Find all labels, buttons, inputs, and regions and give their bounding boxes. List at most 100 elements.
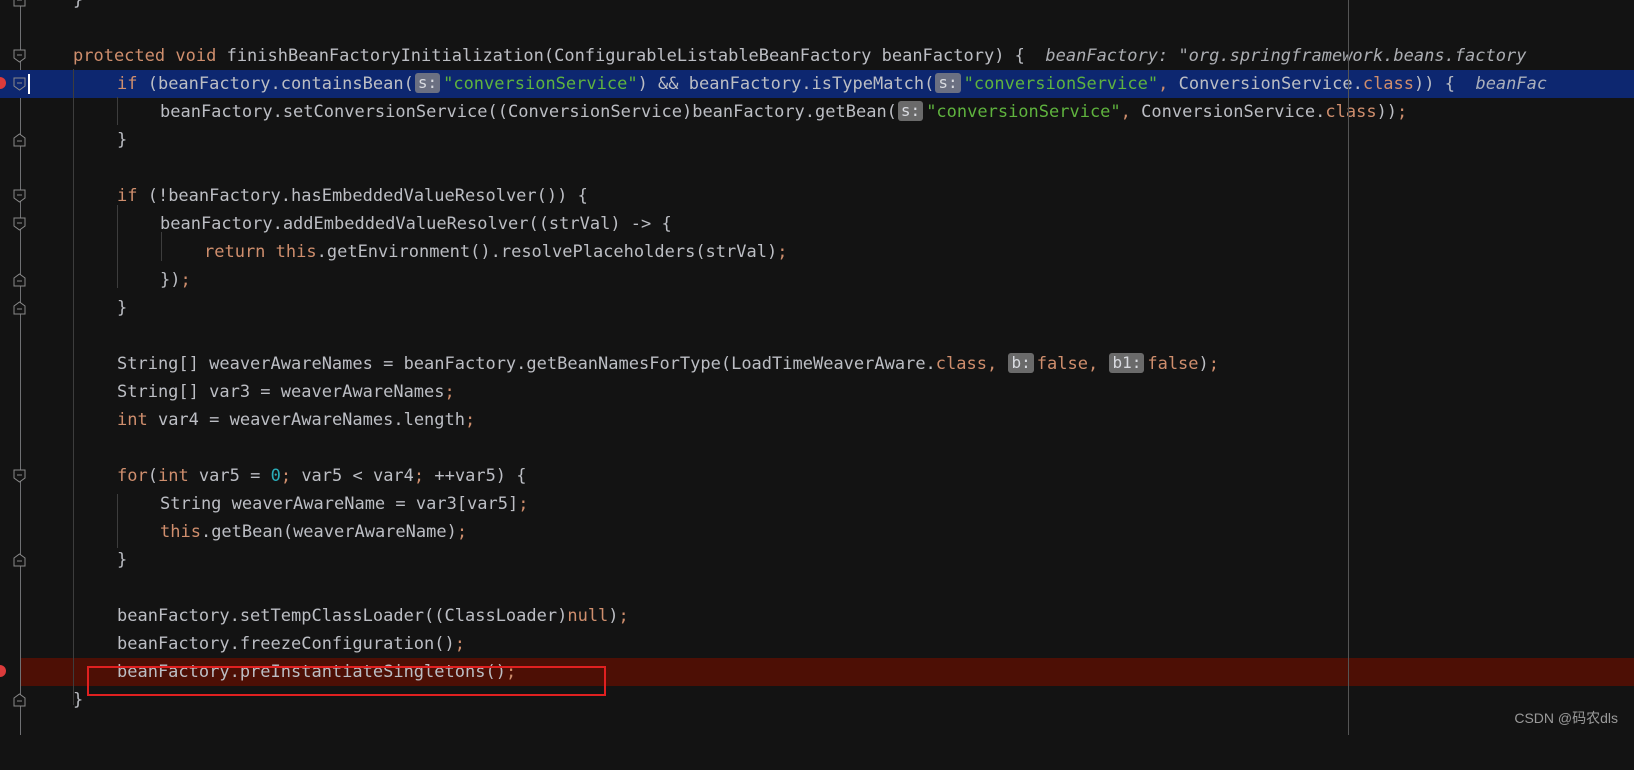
code-line[interactable]: } — [0, 0, 1634, 14]
code-line[interactable]: if (!beanFactory.hasEmbeddedValueResolve… — [0, 182, 1634, 210]
string-literal: "conversionService" — [443, 74, 638, 94]
code-line[interactable]: }); — [0, 266, 1634, 294]
fold-end-icon[interactable] — [13, 273, 26, 287]
fold-end-icon[interactable] — [13, 133, 26, 147]
parameter-hint: s: — [414, 73, 441, 93]
fold-end-icon[interactable] — [13, 553, 26, 567]
code-line[interactable]: beanFactory.freezeConfiguration(); — [0, 630, 1634, 658]
code-text: beanFactory.setTempClassLoader((ClassLoa… — [117, 606, 568, 626]
indent-guide-if1 — [117, 97, 118, 125]
keyword: int — [157, 466, 189, 486]
semicolon: ; — [777, 242, 788, 262]
code-text: ) — [608, 606, 619, 626]
keyword: class — [935, 354, 987, 374]
fold-start-icon[interactable] — [13, 469, 26, 483]
code-line[interactable]: } — [0, 546, 1634, 574]
code-text: ) && beanFactory.isTypeMatch( — [637, 74, 935, 94]
code-text: String weaverAwareName = var3[var5] — [160, 494, 519, 514]
semicolon: ; — [280, 466, 292, 486]
code-line[interactable]: this.getBean(weaverAwareName); — [0, 518, 1634, 546]
keyword: false — [1036, 354, 1088, 374]
semicolon: ; — [456, 522, 468, 542]
indent-guide-method — [73, 69, 74, 705]
code-text: String[] weaverAwareNames = beanFactory.… — [117, 354, 936, 374]
code-line[interactable]: String[] var3 = weaverAwareNames; — [0, 378, 1634, 406]
code-text: ConversionService. — [1130, 102, 1326, 122]
method-declaration: finishBeanFactoryInitialization(Configur… — [226, 46, 1025, 66]
semicolon: ; — [618, 606, 629, 626]
indent-guide-for — [117, 494, 118, 548]
code-text: } — [73, 0, 84, 10]
debug-inline-value: beanFactory: "org.springframework.beans.… — [1045, 46, 1527, 66]
keyword: protected — [73, 46, 166, 66]
semicolon: ; — [413, 466, 425, 486]
breakpoint-icon[interactable] — [0, 77, 6, 89]
keyword: for — [117, 466, 148, 486]
code-text: ++var5) { — [424, 466, 527, 486]
code-line[interactable]: int var4 = weaverAwareNames.length; — [0, 406, 1634, 434]
right-margin-guide — [1348, 0, 1349, 735]
code-text: } — [117, 550, 128, 570]
code-line-execution-point[interactable]: if (beanFactory.containsBean(s: "conversi… — [0, 70, 1634, 98]
code-text: beanFactory.setConversionService((Conver… — [160, 102, 897, 122]
semicolon: ; — [1397, 102, 1408, 122]
keyword: return — [204, 242, 266, 262]
code-line[interactable]: String weaverAwareName = var3[var5]; — [0, 490, 1634, 518]
code-line[interactable]: String[] weaverAwareNames = beanFactory.… — [0, 350, 1634, 378]
semicolon: ; — [180, 270, 191, 290]
code-text: ( — [147, 466, 158, 486]
annotation-highlight-box — [87, 666, 606, 696]
code-text: .getEnvironment().resolvePlaceholders(st… — [316, 242, 778, 262]
code-line[interactable]: for(int var5 = 0; var5 < var4; ++var5) { — [0, 462, 1634, 490]
code-line[interactable]: beanFactory.setConversionService((Conver… — [0, 98, 1634, 126]
number-literal: 0 — [270, 466, 281, 486]
keyword: null — [567, 606, 609, 626]
code-text: } — [73, 690, 84, 710]
indent-guide-lambda — [161, 232, 162, 261]
code-text: }) — [160, 270, 181, 290]
keyword: this — [275, 242, 317, 262]
code-text: )) { — [1414, 74, 1455, 94]
semicolon: ; — [465, 410, 476, 430]
fold-start-icon[interactable] — [13, 189, 26, 203]
code-text: )) — [1376, 102, 1398, 122]
code-text: var5 = — [188, 466, 271, 486]
code-text: var4 = weaverAwareNames.length — [147, 410, 465, 430]
keyword: class — [1325, 102, 1377, 122]
code-text: } — [117, 298, 128, 318]
semicolon: ; — [454, 634, 466, 654]
keyword: if — [117, 186, 138, 206]
keyword: if — [117, 74, 138, 94]
code-text: String[] var3 = weaverAwareNames — [117, 382, 445, 402]
fold-start-icon[interactable] — [13, 77, 26, 91]
code-line[interactable]: } — [0, 294, 1634, 322]
code-text: ) — [1198, 354, 1209, 374]
semicolon: ; — [444, 382, 455, 402]
indent-guide-if2 — [117, 205, 118, 288]
string-literal: "conversionService" — [963, 74, 1159, 94]
code-text: (beanFactory.containsBean( — [137, 74, 414, 94]
code-line[interactable]: beanFactory.setTempClassLoader((ClassLoa… — [0, 602, 1634, 630]
code-text: beanFactory.freezeConfiguration() — [117, 634, 455, 654]
keyword: int — [117, 410, 148, 430]
code-line[interactable]: return this.getEnvironment().resolvePlac… — [0, 238, 1634, 266]
parameter-hint: b: — [1008, 353, 1034, 373]
code-text: (!beanFactory.hasEmbeddedValueResolver()… — [137, 186, 588, 206]
fold-start-icon[interactable] — [13, 49, 26, 63]
parameter-hint: s: — [897, 101, 924, 121]
string-literal: "conversionService" — [926, 102, 1121, 122]
punctuation: , — [1087, 354, 1099, 374]
code-line[interactable]: beanFactory.addEmbeddedValueResolver((st… — [0, 210, 1634, 238]
code-line-method-signature[interactable]: protected void finishBeanFactoryInitiali… — [0, 42, 1634, 70]
code-text: beanFactory.addEmbeddedValueResolver((st… — [160, 214, 672, 234]
debug-inline-value: beanFac — [1475, 74, 1548, 94]
code-text: var5 < var4 — [291, 466, 414, 486]
fold-start-icon[interactable] — [13, 217, 26, 231]
fold-end-icon[interactable] — [13, 693, 26, 707]
fold-end-icon[interactable] — [13, 301, 26, 315]
keyword: this — [160, 522, 201, 542]
fold-end-icon[interactable] — [13, 0, 26, 7]
semicolon: ; — [1208, 354, 1220, 374]
parameter-hint: b1: — [1109, 353, 1145, 373]
code-line[interactable]: } — [0, 126, 1634, 154]
